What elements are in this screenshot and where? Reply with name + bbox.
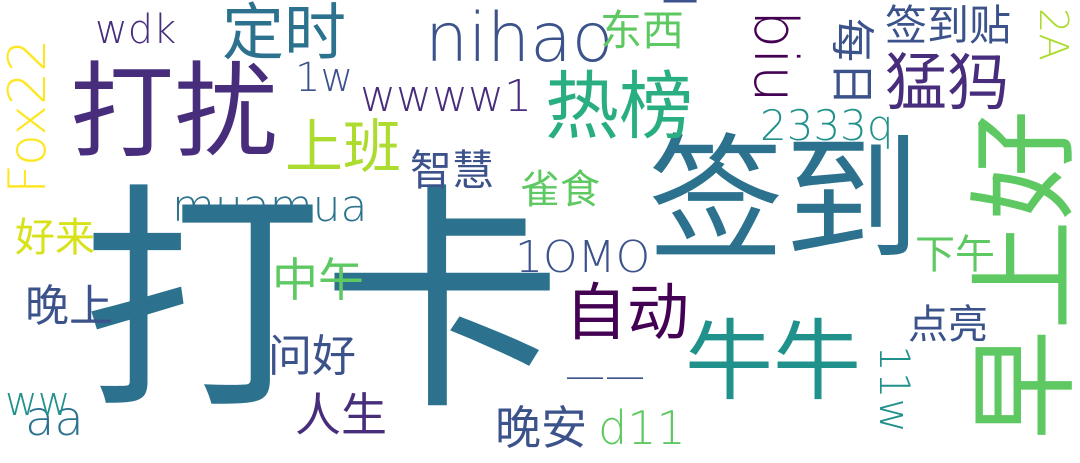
word-meiri: 每日	[826, 18, 877, 106]
word-biu: biu	[740, 10, 810, 103]
word-zidong: 自动	[565, 276, 690, 349]
word-wenhao: 问好	[268, 331, 356, 382]
word-nihao: nihao	[425, 0, 614, 78]
word-rensheng: 人生	[295, 388, 387, 442]
word-darao: 打扰	[70, 51, 279, 173]
word-11w: 11w	[870, 345, 919, 433]
word-shangban: 上班	[285, 113, 402, 181]
word-dash: ——	[565, 353, 645, 399]
word-1omo: 1OMO	[515, 232, 651, 283]
word-cloud: 打卡 签到 早上好 打扰 牛牛 热榜 nihao Fox22 biu 定时 猛犸…	[0, 0, 1080, 463]
word-zhihui: 智慧	[410, 146, 495, 195]
word-haolai: 好来	[15, 215, 95, 261]
word-zhongwu: 中午	[272, 253, 364, 307]
word-wanshang: 晚上	[25, 281, 113, 332]
word-wwww1: wwww1	[360, 71, 532, 122]
word-dianliang: 点亮	[908, 302, 988, 348]
word-wanan: 晚安	[495, 401, 587, 455]
word-fox22: Fox22	[0, 38, 58, 194]
word-yi: 一	[662, 0, 699, 24]
word-niuniu: 牛牛	[685, 310, 862, 413]
word-queshi: 雀食	[520, 167, 600, 213]
word-mengma: 猛犸	[885, 46, 1010, 119]
word-rebang: 热榜	[545, 64, 693, 150]
word-qiandaotie: 签到贴	[885, 1, 1012, 50]
word-wdk: wdk	[95, 7, 177, 53]
word-d11: d11	[598, 401, 686, 455]
word-2333q: 2333q	[760, 101, 894, 150]
word-ww: ww	[5, 379, 71, 425]
word-1w: 1w	[295, 55, 354, 101]
word-qiandao: 签到	[648, 122, 920, 280]
word-xiawu: 下午	[915, 232, 995, 278]
word-muamua: muamua	[172, 181, 368, 232]
word-2a: 2A	[1030, 8, 1076, 61]
